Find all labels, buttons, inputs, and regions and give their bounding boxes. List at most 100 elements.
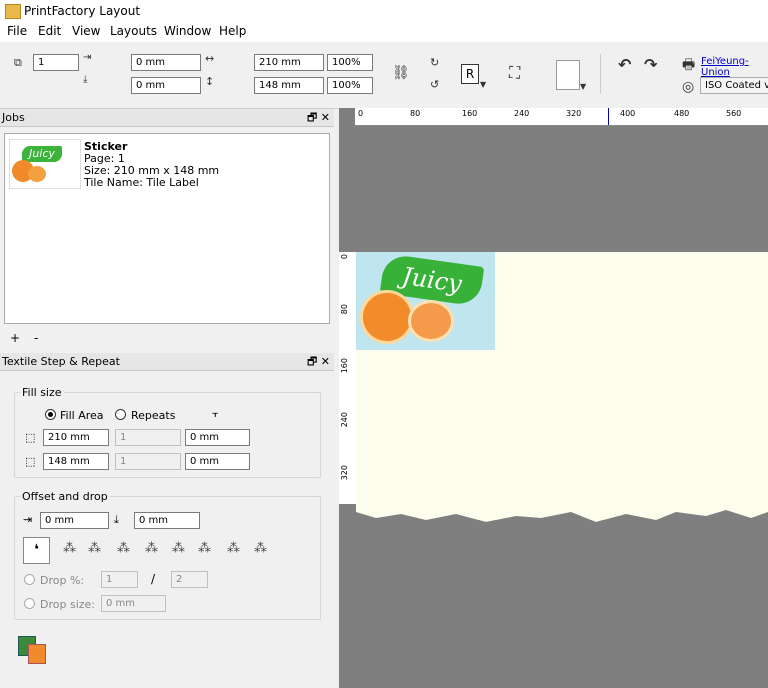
float-icon[interactable]: 🗗 <box>307 111 317 124</box>
ruler-label: 320 <box>566 109 582 118</box>
link-scale-icon[interactable]: ⛓ <box>392 65 410 81</box>
offset-y-input[interactable]: 0 mm <box>134 512 200 529</box>
fill-area-label: Fill Area <box>60 409 104 422</box>
chevron-down-icon[interactable]: ▼ <box>480 80 486 89</box>
copies-input[interactable]: 1 <box>33 54 79 71</box>
orange-slice <box>360 290 414 344</box>
orange-slice <box>28 166 46 182</box>
x-position-icon: ⇥ <box>83 52 92 63</box>
orientation-icon[interactable]: R <box>461 64 479 84</box>
offset-y-icon: ⤓ <box>114 513 119 526</box>
color-profile-select[interactable]: ISO Coated v2 <box>700 77 768 94</box>
rotate-ccw-icon[interactable]: ↺ <box>430 78 439 91</box>
remove-job-button[interactable]: - <box>34 331 38 345</box>
y-position-input[interactable]: 0 mm <box>131 77 201 94</box>
step-repeat-panel-header: Textile Step & Repeat 🗗 ✕ <box>0 353 334 371</box>
ruler-label: 480 <box>674 109 690 118</box>
printer-link[interactable]: FeiYeung-Union <box>701 56 768 78</box>
pattern-mirror-icon[interactable]: ⁂ <box>145 541 158 556</box>
close-icon[interactable]: ✕ <box>321 355 330 368</box>
pattern-rotate-icon[interactable]: ⁂ <box>198 541 211 556</box>
add-job-button[interactable]: + <box>10 331 20 345</box>
height-input[interactable]: 148 mm <box>254 77 324 94</box>
y-position-icon: ⤓ <box>83 74 88 85</box>
horizontal-ruler: 0 80 160 240 320 400 480 560 <box>355 108 768 126</box>
step-repeat-panel-title: Textile Step & Repeat <box>2 355 120 368</box>
drop-numerator-input: 1 <box>101 571 138 588</box>
drop-percent-radio[interactable] <box>24 574 35 585</box>
ruler-label: 80 <box>340 304 349 315</box>
job-thumbnail[interactable]: Juicy <box>9 139 81 189</box>
apply-pattern-icon[interactable] <box>18 636 46 664</box>
menu-window[interactable]: Window <box>164 24 211 38</box>
repeats-radio[interactable] <box>115 409 126 420</box>
pattern-rotate-mirror-icon[interactable]: ⁂ <box>254 541 267 556</box>
drop-size-label: Drop size: <box>40 598 95 611</box>
offset-x-icon: ⇥ <box>23 513 33 526</box>
sticker-artwork[interactable]: Juicy <box>356 252 495 350</box>
drop-percent-label: Drop %: <box>40 574 85 587</box>
gap-y-input[interactable]: 0 mm <box>185 453 250 470</box>
page-chevron-down-icon[interactable]: ▼ <box>580 82 586 91</box>
close-icon[interactable]: ✕ <box>321 111 330 124</box>
ruler-label: 160 <box>462 109 478 118</box>
ruler-label: 560 <box>726 109 742 118</box>
fill-size-label: Fill size <box>20 386 64 399</box>
panel-controls: 🗗 ✕ <box>307 109 330 126</box>
fill-height-icon: ⬚ <box>25 455 36 468</box>
ruler-label: 160 <box>340 358 349 374</box>
float-icon[interactable]: 🗗 <box>307 355 317 368</box>
drop-size-input: 0 mm <box>101 595 166 612</box>
fill-area-radio[interactable] <box>45 409 56 420</box>
offset-x-input[interactable]: 0 mm <box>40 512 109 529</box>
page-icon[interactable] <box>556 60 580 90</box>
offset-drop-label: Offset and drop <box>20 490 110 503</box>
fill-width-icon: ⬚ <box>25 431 36 444</box>
rotate-cw-icon[interactable]: ↻ <box>430 56 439 69</box>
menu-file[interactable]: File <box>7 24 27 38</box>
x-position-input[interactable]: 0 mm <box>131 54 201 71</box>
ruler-label: 320 <box>340 465 349 481</box>
drop-denominator-input: 2 <box>171 571 208 588</box>
pattern-basic-icon[interactable]: ⁂ <box>63 541 76 556</box>
menu-edit[interactable]: Edit <box>38 24 61 38</box>
fill-height-input[interactable]: 148 mm <box>43 453 109 470</box>
pattern-flip-icon[interactable]: ⁂ <box>172 541 185 556</box>
job-info[interactable]: Sticker Page: 1 Size: 210 mm x 148 mm Ti… <box>84 141 219 189</box>
width-icon: ↔ <box>205 52 215 65</box>
scale-y-input[interactable]: 100% <box>327 77 373 94</box>
gap-icon: ⫟ <box>212 407 219 420</box>
repeat-y-input: 1 <box>115 453 181 470</box>
job-tile: Tile Name: Tile Label <box>84 176 199 189</box>
title-bar: PrintFactory Layout <box>0 0 768 22</box>
scale-x-input[interactable]: 100% <box>327 54 373 71</box>
gap-x-input[interactable]: 0 mm <box>185 429 250 446</box>
repeat-x-input: 1 <box>115 429 181 446</box>
ruler-label: 240 <box>340 412 349 428</box>
pattern-mirror-flip-icon[interactable]: ⁂ <box>227 541 240 556</box>
width-input[interactable]: 210 mm <box>254 54 324 71</box>
menu-help[interactable]: Help <box>219 24 246 38</box>
ruler-cursor-marker <box>608 108 609 125</box>
fit-page-icon[interactable]: ⛶ <box>509 63 520 83</box>
toolbar-divider <box>600 54 601 94</box>
pattern-brick-icon[interactable]: ⁂ <box>88 541 101 556</box>
jobs-panel-header: Jobs 🗗 ✕ <box>0 109 334 127</box>
color-profile-icon: ◎ <box>682 79 695 95</box>
drop-size-radio[interactable] <box>24 598 35 609</box>
menu-layouts[interactable]: Layouts <box>110 24 157 38</box>
fill-width-input[interactable]: 210 mm <box>43 429 109 446</box>
torn-page-edge <box>356 504 768 528</box>
redo-icon[interactable]: ↷ <box>644 55 657 74</box>
ruler-label: 400 <box>620 109 636 118</box>
undo-icon[interactable]: ↶ <box>618 55 631 74</box>
ruler-label: 0 <box>358 109 364 118</box>
window-title: PrintFactory Layout <box>24 4 141 18</box>
jobs-panel-title: Jobs <box>2 111 25 124</box>
menu-view[interactable]: View <box>72 24 100 38</box>
menu-bar: File Edit View Layouts Window Help <box>0 22 768 42</box>
ruler-label: 0 <box>340 254 349 260</box>
ruler-label: 240 <box>514 109 530 118</box>
pattern-single-button[interactable]: ❛ <box>23 537 50 564</box>
pattern-half-drop-icon[interactable]: ⁂ <box>117 541 130 556</box>
